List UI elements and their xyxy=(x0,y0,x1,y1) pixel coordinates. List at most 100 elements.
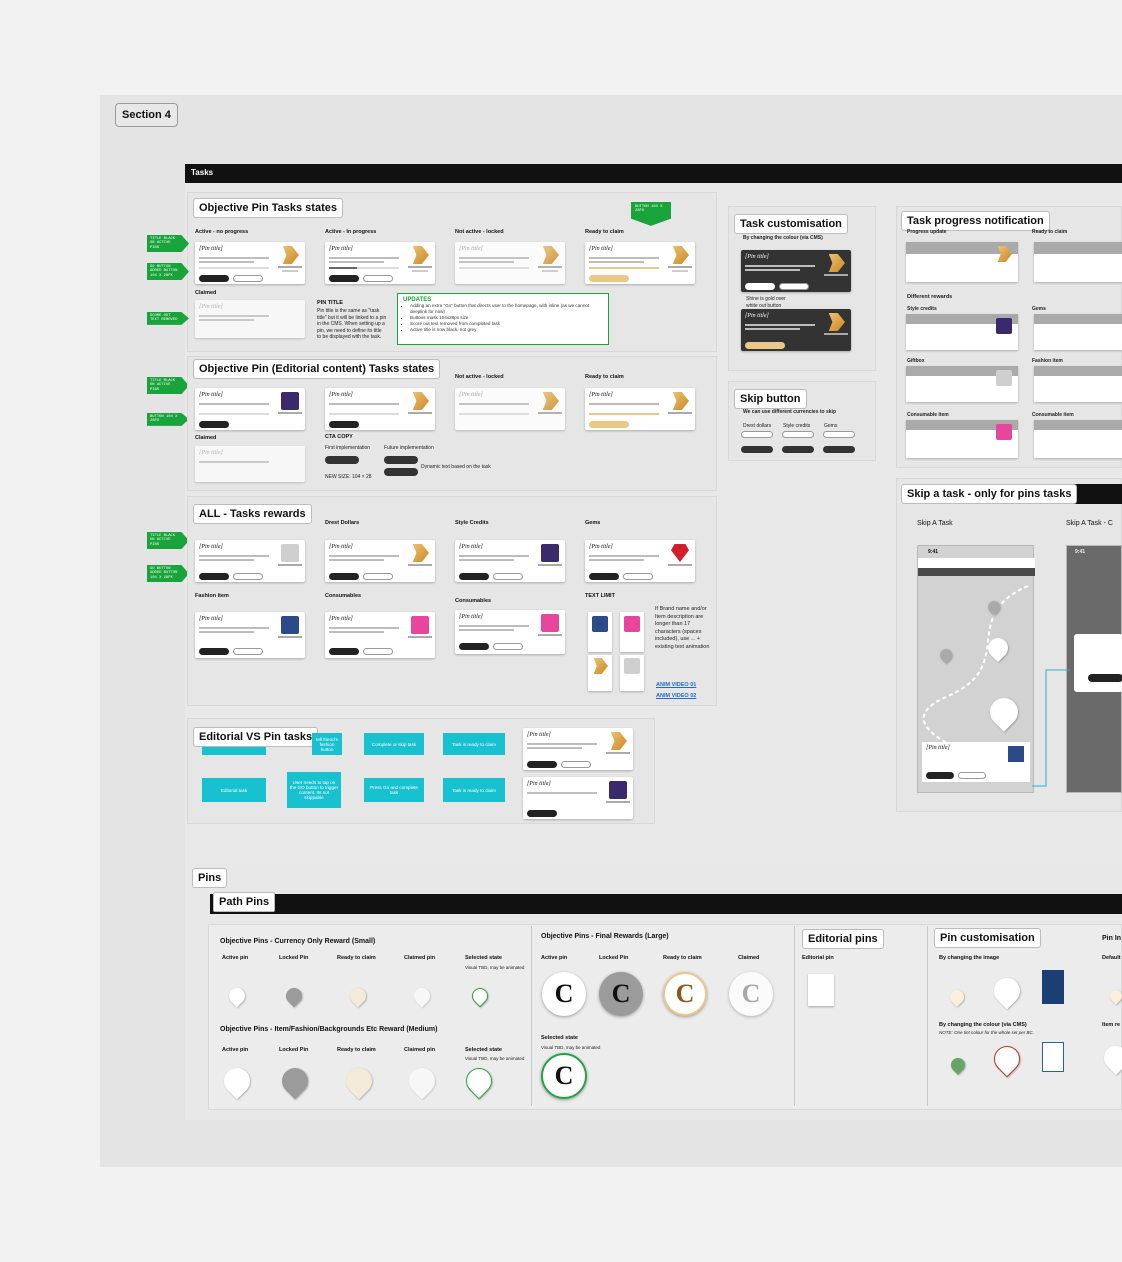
notif-sub: Consumable item xyxy=(1032,412,1074,418)
reward-card[interactable]: [Pin title] xyxy=(325,540,435,582)
editorial-card[interactable]: [Pin title] xyxy=(195,388,305,430)
skip-button[interactable] xyxy=(233,275,263,282)
pin-title-heading: PIN TITLE xyxy=(317,300,343,306)
read-now-button[interactable] xyxy=(199,421,229,428)
anim-video-02-link[interactable]: ANIM VIDEO 02 xyxy=(656,693,696,699)
final-pins-title: Objective Pins - Final Rewards (Large) xyxy=(541,933,669,940)
skip-button-dark[interactable] xyxy=(782,446,814,453)
dark-task-card[interactable]: [Pin title] xyxy=(741,309,851,351)
drest-dollar-icon xyxy=(542,392,559,410)
skip-button[interactable] xyxy=(623,573,653,580)
card-title: [Pin title] xyxy=(329,246,353,252)
skip-button[interactable] xyxy=(561,761,591,768)
read-now-button[interactable] xyxy=(325,456,359,464)
final-locked-pin-icon: C xyxy=(599,972,643,1016)
skip-button[interactable] xyxy=(233,648,263,655)
col-active-in-progress: Active - In progress xyxy=(325,229,377,235)
task-card[interactable]: [Pin title] xyxy=(523,728,633,770)
go-button[interactable] xyxy=(459,643,489,650)
section-label[interactable]: Section 4 xyxy=(115,103,178,127)
go-button[interactable] xyxy=(329,275,359,282)
annotation-arrow: TITLE BLACK ON ACTIVE PINS xyxy=(147,235,189,253)
skip-button[interactable] xyxy=(493,573,523,580)
skip-dialog[interactable] xyxy=(1074,634,1122,692)
tinted-editorial-pin-icon[interactable] xyxy=(1042,1042,1064,1072)
editorial-pin-icon[interactable] xyxy=(808,974,834,1006)
skip-confirm-button[interactable] xyxy=(1088,674,1122,682)
editorial-card[interactable]: [Pin title] xyxy=(523,777,633,819)
skip-button[interactable] xyxy=(782,431,814,438)
annotation-arrow: TITLE BLACK ON ACTIVE PINS xyxy=(147,377,189,395)
skip-button[interactable] xyxy=(779,283,809,290)
col-not-active: Not active - locked xyxy=(455,374,504,380)
go-button[interactable] xyxy=(199,275,229,282)
final-ready-pin-icon[interactable]: C xyxy=(663,972,707,1016)
go-button[interactable] xyxy=(745,283,775,290)
flow-box: Task is ready to claim xyxy=(443,733,505,755)
card-title: [Pin title] xyxy=(527,781,551,787)
phone-task-card[interactable]: [Pin title] xyxy=(922,742,1030,782)
claim-button[interactable] xyxy=(745,342,785,349)
go-button[interactable] xyxy=(329,648,359,655)
fashion-pin-image[interactable] xyxy=(1042,970,1064,1004)
customisation-sub: By changing the colour (via CMS) xyxy=(743,235,823,241)
skip-button-dark[interactable] xyxy=(823,446,855,453)
watch-now-button[interactable] xyxy=(384,468,418,476)
skip-button[interactable] xyxy=(493,643,523,650)
dark-task-card[interactable]: [Pin title] xyxy=(741,250,851,292)
style-credit-icon xyxy=(996,318,1012,334)
pin-col-label: Item re xyxy=(1102,1022,1121,1028)
drest-dollar-icon xyxy=(282,246,299,264)
pin-col-note: Visual TBD, may be animated xyxy=(541,1045,601,1050)
read-now-button[interactable] xyxy=(384,456,418,464)
final-active-pin-icon[interactable]: C xyxy=(542,972,586,1016)
go-button[interactable] xyxy=(199,648,229,655)
go-button[interactable] xyxy=(589,573,619,580)
col-ready-to-claim: Ready to claim xyxy=(585,229,624,235)
claimed-label: Claimed xyxy=(195,435,217,441)
skip-button-dark[interactable] xyxy=(741,446,773,453)
task-card[interactable]: [Pin title] xyxy=(325,242,435,284)
col-ready-to-claim: Ready to claim xyxy=(585,374,624,380)
pin-col-label: Claimed pin xyxy=(404,1047,436,1053)
skip-button[interactable] xyxy=(741,431,773,438)
editorial-card[interactable]: [Pin title] xyxy=(325,388,435,430)
skip-currency-label: Drest dollars xyxy=(743,423,772,429)
go-button[interactable] xyxy=(527,761,557,768)
skip-button[interactable] xyxy=(823,431,855,438)
final-selected-pin-icon[interactable]: C xyxy=(541,1053,587,1099)
pin-col-label: Active pin xyxy=(222,955,249,961)
go-button[interactable] xyxy=(329,573,359,580)
phone-screen-dim: 9:41 xyxy=(1066,545,1122,793)
skip-button[interactable] xyxy=(958,772,986,779)
claim-button[interactable] xyxy=(589,421,629,428)
reward-card[interactable]: [Pin title] xyxy=(325,612,435,658)
task-card[interactable]: [Pin title] xyxy=(195,242,305,284)
go-button[interactable] xyxy=(199,573,229,580)
drest-dollar-icon xyxy=(672,246,689,264)
customisation-caption: Shine is gold over white out button xyxy=(746,296,786,309)
card-title: [Pin title] xyxy=(926,745,950,751)
reward-card[interactable]: [Pin title] xyxy=(455,540,565,582)
text-limit-card xyxy=(620,655,644,691)
pins-title: Pins xyxy=(192,868,228,888)
different-rewards-label: Different rewards xyxy=(907,294,953,300)
skip-button[interactable] xyxy=(233,573,263,580)
go-button[interactable] xyxy=(926,772,954,779)
skip-button[interactable] xyxy=(363,573,393,580)
read-now-button[interactable] xyxy=(527,810,557,817)
skip-button[interactable] xyxy=(363,275,393,282)
claim-button[interactable] xyxy=(589,275,629,282)
skip-button[interactable] xyxy=(363,648,393,655)
reward-card[interactable]: [Pin title] xyxy=(195,540,305,582)
gift-box-icon xyxy=(996,370,1012,386)
reward-card[interactable]: [Pin title] xyxy=(455,610,565,654)
editorial-card-ready[interactable]: [Pin title] xyxy=(585,388,695,430)
reward-card[interactable]: [Pin title] xyxy=(585,540,695,582)
read-now-button[interactable] xyxy=(329,421,359,428)
anim-video-01-link[interactable]: ANIM VIDEO 01 xyxy=(656,682,696,688)
task-card-ready[interactable]: [Pin title] xyxy=(585,242,695,284)
reward-card[interactable]: [Pin title] xyxy=(195,612,305,658)
go-button[interactable] xyxy=(459,573,489,580)
annotation-arrow: SCORE OUT TEXT REMOVED xyxy=(147,312,189,325)
